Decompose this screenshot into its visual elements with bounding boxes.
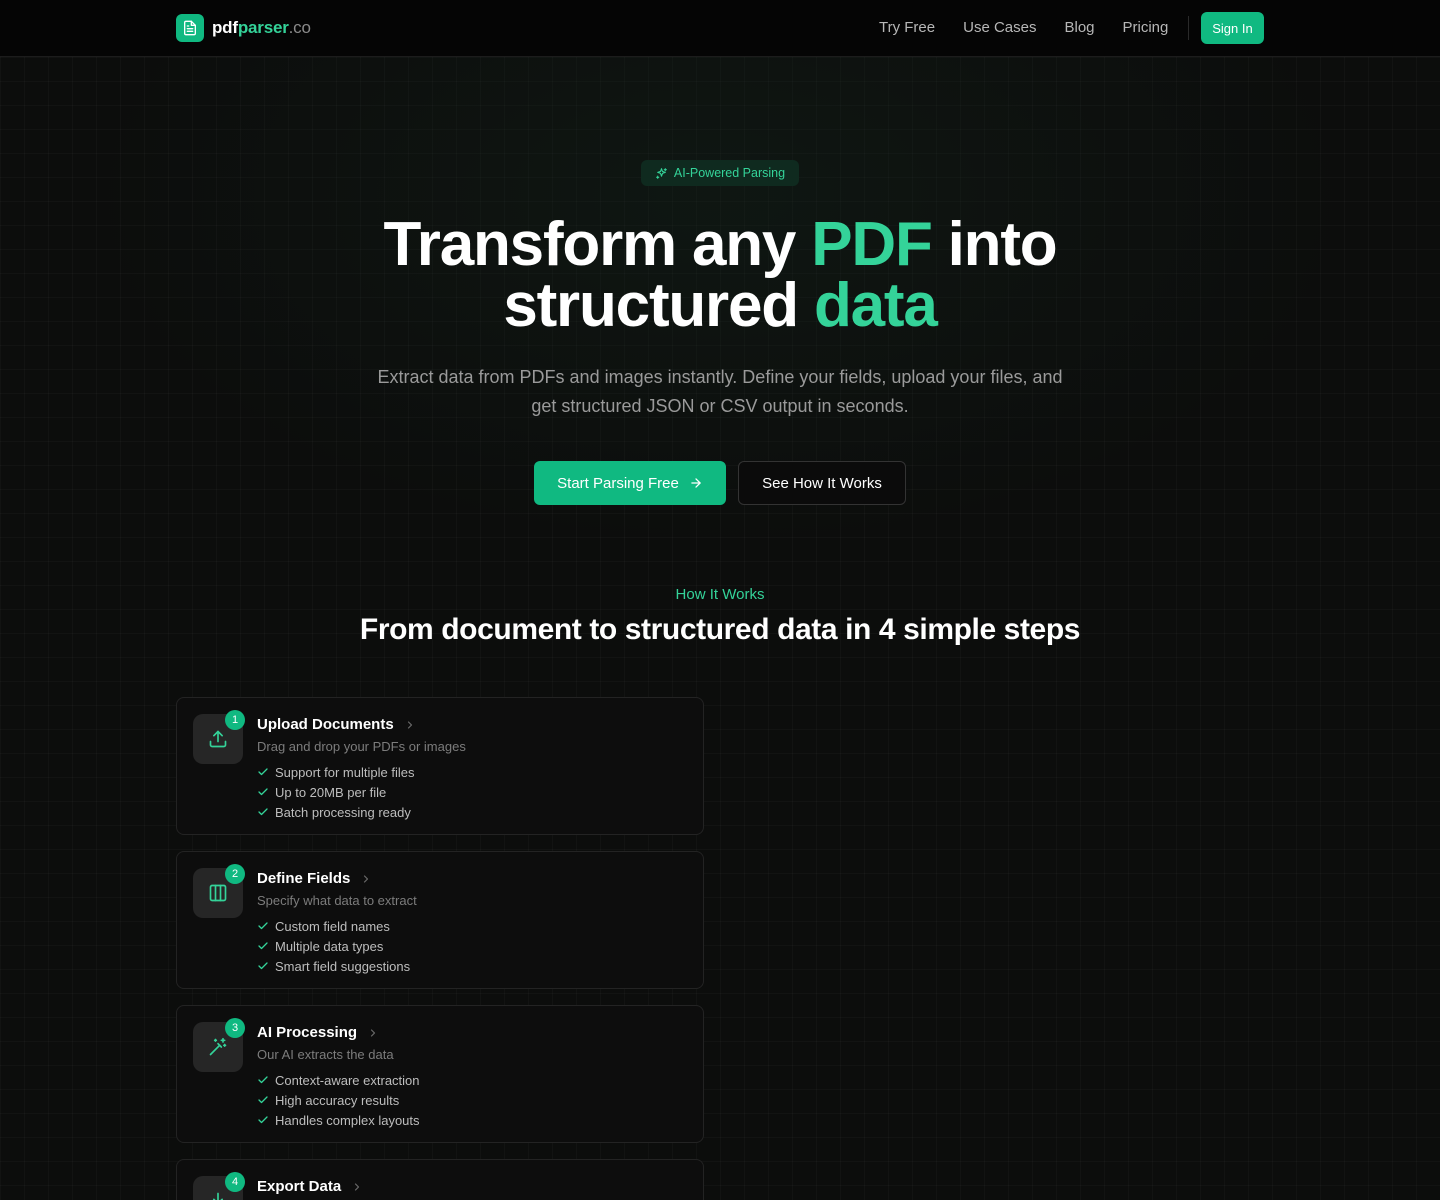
brand-name: pdfparser.co: [212, 18, 311, 37]
check-icon: [258, 962, 268, 970]
columns-icon: [209, 884, 227, 902]
sparkles-icon: [655, 167, 667, 179]
step-description: Our AI extracts the data: [257, 1047, 394, 1062]
list-item: High accuracy results: [257, 1090, 420, 1110]
step-number-badge: 2: [225, 864, 245, 884]
step-number-badge: 3: [225, 1018, 245, 1038]
step-title: Export Data: [257, 1178, 363, 1195]
arrow-right-icon: [691, 478, 701, 488]
check-icon: [258, 1116, 268, 1124]
nav-link-blog[interactable]: Blog: [1064, 19, 1094, 36]
chevron-right-icon: [370, 1028, 376, 1037]
chevron-right-icon: [407, 720, 412, 729]
chevron-right-icon: [364, 874, 369, 883]
download-icon: [213, 1192, 223, 1200]
list-item: Handles complex layouts: [257, 1110, 420, 1130]
step-feature-list: Support for multiple files Up to 20MB pe…: [257, 762, 414, 822]
check-icon: [258, 808, 268, 816]
check-icon: [258, 768, 268, 776]
top-nav: pdfparser.co Try Free Use Cases Blog Pri…: [0, 0, 1440, 57]
nav-link-use-cases[interactable]: Use Cases: [963, 19, 1036, 36]
step-card-upload[interactable]: 1 Upload Documents Drag and drop your PD…: [176, 697, 704, 835]
step-card-ai-processing[interactable]: 3 AI Processing Our AI extracts the data…: [176, 1005, 704, 1143]
logo[interactable]: pdfparser.co: [176, 14, 311, 42]
list-item: Multiple data types: [257, 936, 410, 956]
nav-link-pricing[interactable]: Pricing: [1123, 19, 1169, 36]
chevron-right-icon: [355, 1182, 360, 1191]
check-icon: [258, 788, 268, 796]
step-card-export-data[interactable]: 4 Export Data: [176, 1159, 704, 1200]
start-parsing-label: Start Parsing Free: [557, 474, 679, 492]
step-card-define-fields[interactable]: 2 Define Fields Specify what data to ext…: [176, 851, 704, 989]
list-item: Smart field suggestions: [257, 956, 410, 976]
hero-badge: AI-Powered Parsing: [641, 160, 799, 186]
hero-subtitle: Extract data from PDFs and images instan…: [377, 367, 1063, 416]
nav-divider: [1188, 16, 1189, 40]
upload-icon: [209, 730, 227, 748]
hero-badge-label: AI-Powered Parsing: [673, 166, 786, 180]
step-description: Specify what data to extract: [257, 893, 417, 908]
step-feature-list: Context-aware extraction High accuracy r…: [257, 1070, 420, 1130]
step-title: AI Processing: [257, 1024, 379, 1041]
list-item: Up to 20MB per file: [257, 782, 414, 802]
check-icon: [258, 922, 268, 930]
step-description: Drag and drop your PDFs or images: [257, 739, 466, 754]
magic-wand-icon: [209, 1037, 227, 1056]
step-number-badge: 1: [225, 710, 245, 730]
step-number-badge: 4: [225, 1172, 245, 1192]
step-title: Define Fields: [257, 870, 372, 887]
list-item: Support for multiple files: [257, 762, 414, 782]
check-icon: [258, 1076, 268, 1084]
nav-links: Try Free Use Cases Blog Pricing: [879, 19, 1196, 36]
list-item: Custom field names: [257, 916, 410, 936]
check-icon: [258, 1096, 268, 1104]
step-feature-list: Custom field names Multiple data types S…: [257, 916, 410, 976]
start-parsing-button[interactable]: Start Parsing Free: [534, 461, 726, 505]
sign-in-button[interactable]: Sign In: [1201, 12, 1264, 44]
section-title: From document to structured data in 4 si…: [359, 613, 1081, 646]
step-title: Upload Documents: [257, 716, 416, 733]
check-icon: [258, 942, 268, 950]
hero-title: Transform any PDF into structured data: [383, 210, 1058, 340]
document-icon: [176, 14, 204, 42]
nav-link-try-free[interactable]: Try Free: [879, 19, 935, 36]
section-eyebrow: How It Works: [675, 586, 765, 603]
list-item: Context-aware extraction: [257, 1070, 420, 1090]
see-how-it-works-button[interactable]: See How It Works: [738, 461, 906, 505]
list-item: Batch processing ready: [257, 802, 414, 822]
